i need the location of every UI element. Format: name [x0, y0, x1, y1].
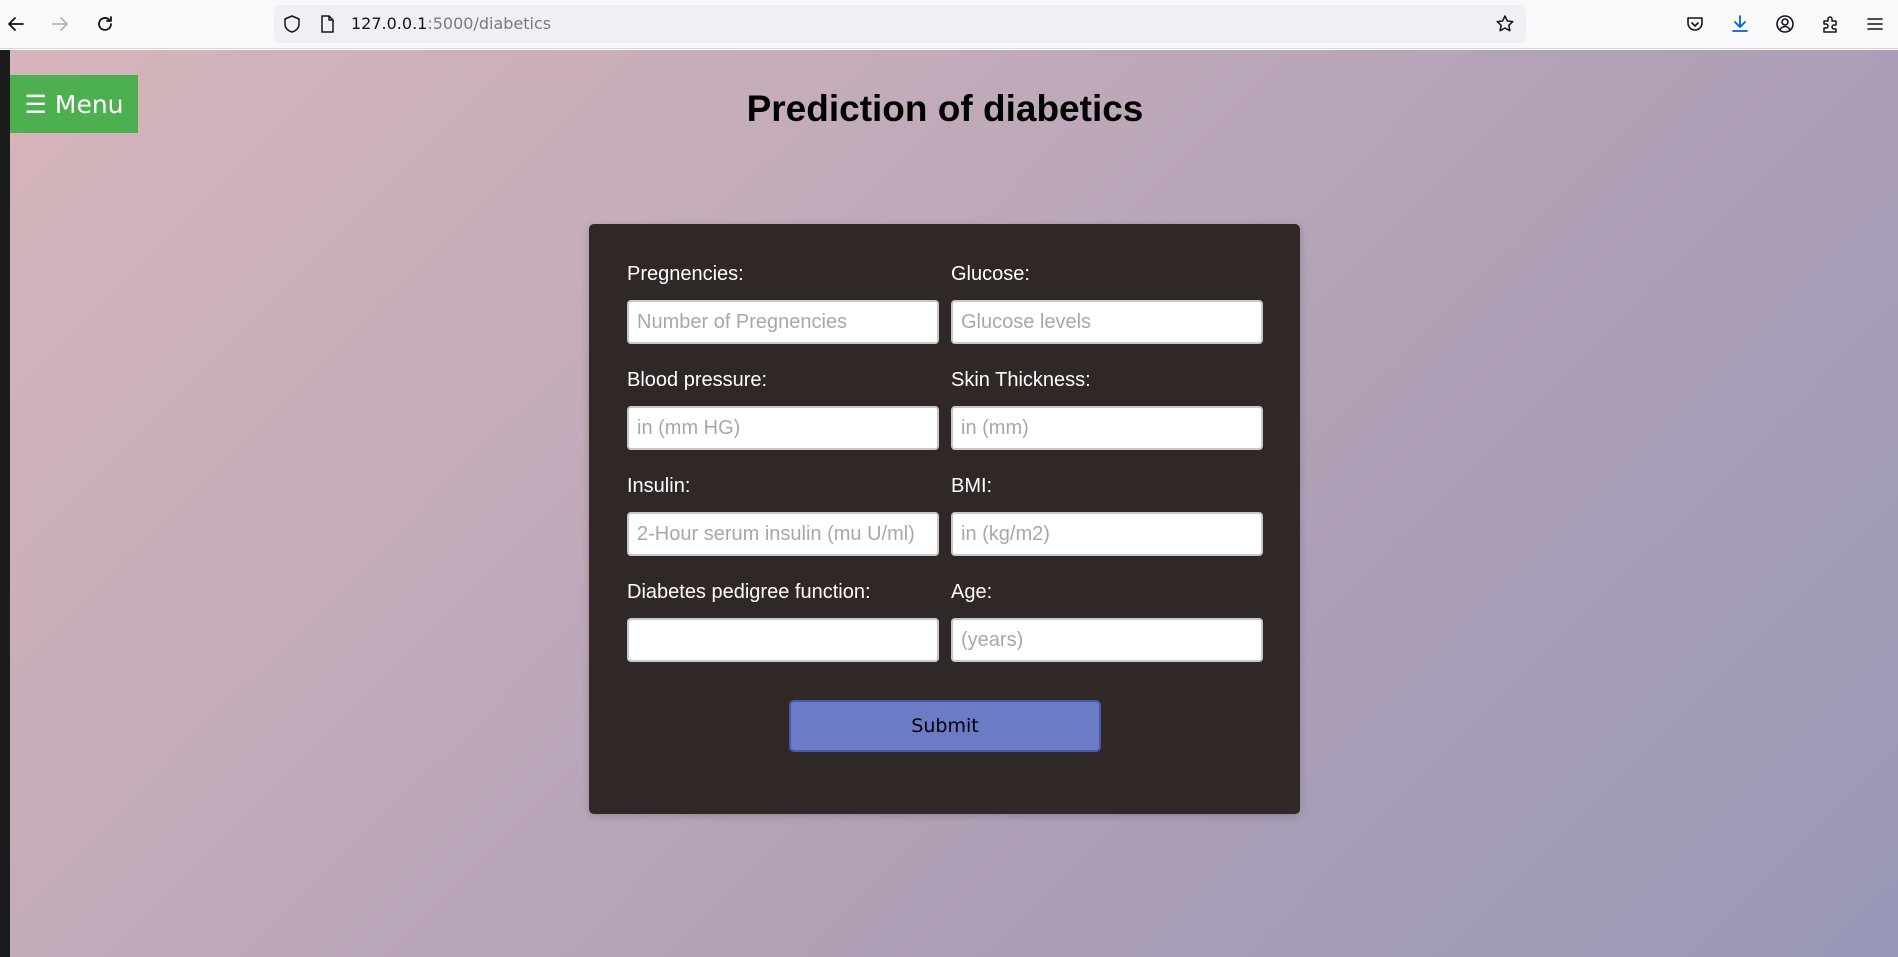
url-path: :5000/diabetics — [427, 14, 552, 33]
age-input[interactable] — [951, 618, 1263, 662]
arrow-right-icon — [52, 17, 68, 31]
downloads-button[interactable] — [1725, 9, 1755, 39]
left-edge-strip — [0, 50, 10, 957]
pedigree-input[interactable] — [627, 618, 939, 662]
blood-pressure-label: Blood pressure: — [627, 369, 768, 391]
skin-thickness-label: Skin Thickness: — [951, 369, 1091, 391]
star-icon[interactable] — [1495, 14, 1515, 34]
glucose-label: Glucose: — [951, 263, 1030, 285]
pregnancies-input[interactable] — [627, 300, 939, 344]
page-viewport: ☰ Menu Prediction of diabetics Pregnenci… — [0, 50, 1898, 957]
glucose-input[interactable] — [951, 300, 1263, 344]
url-host: 127.0.0.1 — [351, 14, 428, 33]
extensions-button[interactable] — [1815, 9, 1845, 39]
submit-button[interactable]: Submit — [789, 700, 1101, 752]
pocket-button[interactable] — [1680, 9, 1710, 39]
url-text[interactable]: 127.0.0.1:5000/diabetics — [351, 15, 551, 33]
blood-pressure-input[interactable] — [627, 406, 939, 450]
account-icon — [1776, 15, 1794, 33]
page-title: Prediction of diabetics — [746, 88, 1144, 129]
age-label: Age: — [951, 581, 993, 603]
download-icon — [1732, 15, 1748, 32]
address-bar[interactable]: 127.0.0.1:5000/diabetics — [274, 5, 1526, 43]
page-icon[interactable] — [317, 14, 337, 34]
arrow-left-icon — [8, 17, 24, 31]
forward-button[interactable] — [45, 9, 75, 39]
reload-icon — [98, 16, 112, 31]
back-button[interactable] — [1, 9, 31, 39]
hamburger-icon — [1867, 18, 1883, 30]
insulin-input[interactable] — [627, 512, 939, 556]
pregnancies-label: Pregnencies: — [627, 263, 744, 285]
shield-icon[interactable] — [282, 14, 302, 34]
bmi-input[interactable] — [951, 512, 1263, 556]
prediction-form: Pregnencies: Glucose: Blood pressure: Sk… — [589, 224, 1300, 814]
app-menu-button[interactable] — [1860, 9, 1890, 39]
pedigree-label: Diabetes pedigree function: — [627, 581, 871, 603]
puzzle-icon — [1823, 16, 1837, 33]
skin-thickness-input[interactable] — [951, 406, 1263, 450]
insulin-label: Insulin: — [627, 475, 691, 497]
account-button[interactable] — [1770, 9, 1800, 39]
bmi-label: BMI: — [951, 475, 993, 497]
pocket-icon — [1687, 17, 1703, 31]
reload-button[interactable] — [90, 9, 120, 39]
browser-toolbar: 127.0.0.1:5000/diabetics — [0, 0, 1898, 49]
